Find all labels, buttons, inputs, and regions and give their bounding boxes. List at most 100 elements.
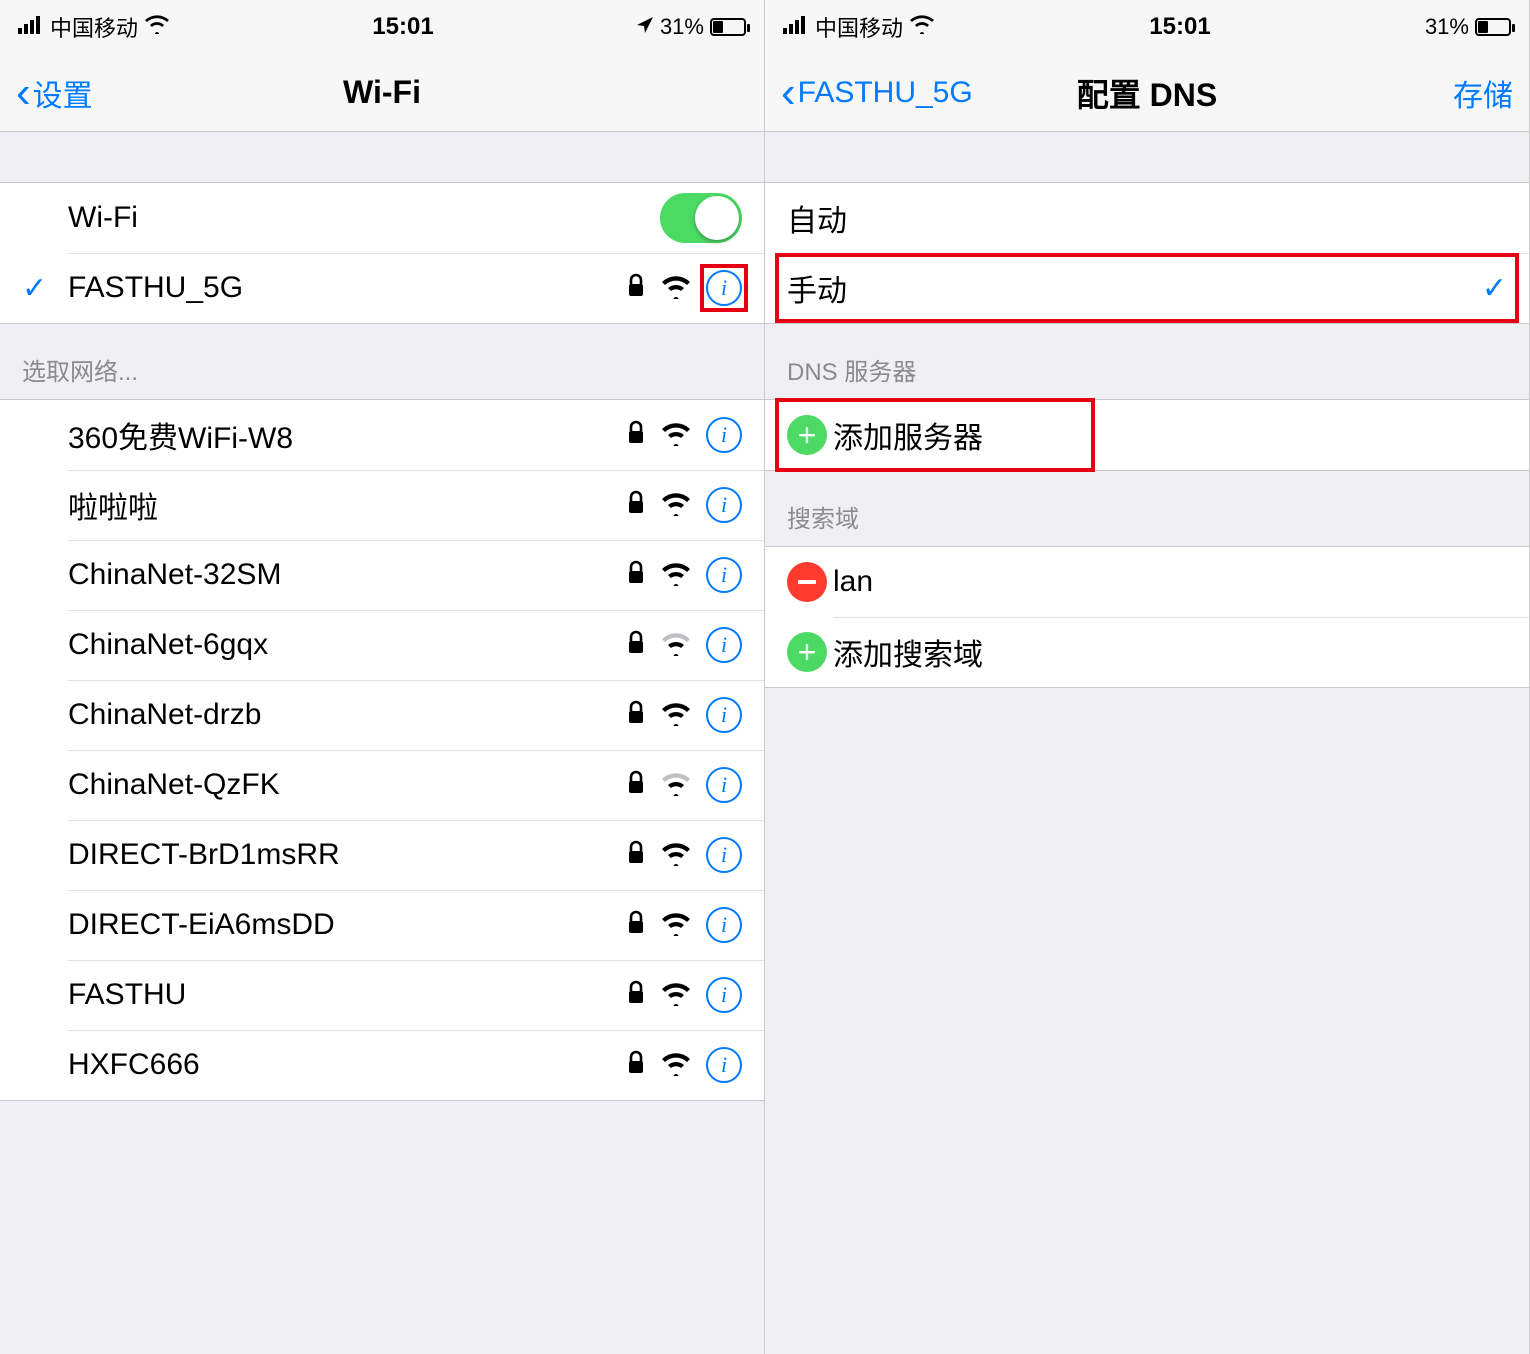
connected-network-name: FASTHU_5G bbox=[68, 271, 626, 305]
carrier-label: 中国移动 bbox=[815, 11, 903, 43]
search-domains-group: lan + 添加搜索域 bbox=[765, 546, 1529, 688]
lock-icon bbox=[626, 273, 646, 304]
info-icon[interactable]: i bbox=[706, 417, 742, 453]
chevron-left-icon: ‹ bbox=[16, 71, 31, 115]
wifi-strength-icon bbox=[660, 630, 692, 661]
battery-icon bbox=[710, 18, 746, 36]
dns-settings-pane: 中国移动 15:01 31% ‹ FASTHU_5G 配置 DNS 存储 自动 … bbox=[765, 0, 1530, 1354]
network-row[interactable]: DIRECT-EiA6msDD i bbox=[0, 890, 764, 960]
info-icon[interactable]: i bbox=[706, 270, 742, 306]
plus-icon: + bbox=[787, 415, 827, 455]
back-button[interactable]: ‹ 设置 bbox=[16, 71, 93, 115]
info-icon[interactable]: i bbox=[706, 557, 742, 593]
info-icon[interactable]: i bbox=[706, 627, 742, 663]
dns-servers-group: + 添加服务器 bbox=[765, 399, 1529, 471]
check-icon: ✓ bbox=[22, 271, 47, 306]
signal-icon bbox=[18, 14, 44, 40]
wifi-strength-icon bbox=[660, 770, 692, 801]
network-name: ChinaNet-6gqx bbox=[68, 628, 626, 662]
back-label: FASTHU_5G bbox=[798, 76, 973, 110]
wifi-toggle-row[interactable]: Wi-Fi bbox=[0, 183, 764, 253]
lock-icon bbox=[626, 420, 646, 451]
network-name: HXFC666 bbox=[68, 1048, 626, 1082]
network-name: 啦啦啦 bbox=[68, 483, 626, 527]
network-name: 360免费WiFi-W8 bbox=[68, 413, 626, 457]
networks-list: 360免费WiFi-W8i啦啦啦iChinaNet-32SMiChinaNet-… bbox=[0, 399, 764, 1101]
wifi-toggle[interactable] bbox=[660, 193, 742, 243]
info-icon[interactable]: i bbox=[706, 837, 742, 873]
add-search-domain-row[interactable]: + 添加搜索域 bbox=[765, 617, 1529, 687]
network-row[interactable]: ChinaNet-drzb i bbox=[0, 680, 764, 750]
lock-icon bbox=[626, 1050, 646, 1081]
info-icon[interactable]: i bbox=[706, 697, 742, 733]
chevron-left-icon: ‹ bbox=[781, 71, 796, 115]
status-right: 31% bbox=[636, 14, 746, 40]
network-name: DIRECT-BrD1msRR bbox=[68, 838, 626, 872]
info-icon[interactable]: i bbox=[706, 767, 742, 803]
wifi-strength-icon bbox=[660, 980, 692, 1011]
status-right: 31% bbox=[1425, 14, 1511, 40]
status-bar: 中国移动 15:01 31% bbox=[0, 0, 764, 54]
dns-mode-manual-label: 手动 bbox=[787, 266, 1482, 310]
save-button[interactable]: 存储 bbox=[1453, 71, 1513, 115]
check-icon: ✓ bbox=[1482, 271, 1507, 306]
wifi-strength-icon bbox=[660, 273, 692, 304]
battery-icon bbox=[1475, 18, 1511, 36]
add-search-domain-label: 添加搜索域 bbox=[833, 630, 1507, 674]
lock-icon bbox=[626, 770, 646, 801]
page-title: Wi-Fi bbox=[0, 74, 764, 111]
connected-network-row[interactable]: ✓ FASTHU_5G i bbox=[0, 253, 764, 323]
nav-bar: ‹ FASTHU_5G 配置 DNS 存储 bbox=[765, 54, 1529, 132]
info-icon[interactable]: i bbox=[706, 1047, 742, 1083]
lock-icon bbox=[626, 840, 646, 871]
info-icon[interactable]: i bbox=[706, 977, 742, 1013]
network-name: DIRECT-EiA6msDD bbox=[68, 908, 626, 942]
wifi-strength-icon bbox=[660, 490, 692, 521]
dns-servers-header: DNS 服务器 bbox=[765, 324, 1529, 399]
network-row[interactable]: ChinaNet-32SM i bbox=[0, 540, 764, 610]
nav-bar: ‹ 设置 Wi-Fi bbox=[0, 54, 764, 132]
dns-mode-auto-row[interactable]: 自动 bbox=[765, 183, 1529, 253]
network-row[interactable]: FASTHU i bbox=[0, 960, 764, 1030]
network-name: FASTHU bbox=[68, 978, 626, 1012]
wifi-strength-icon bbox=[660, 910, 692, 941]
lock-icon bbox=[626, 490, 646, 521]
network-row[interactable]: 360免费WiFi-W8 i bbox=[0, 400, 764, 470]
lock-icon bbox=[626, 910, 646, 941]
network-row[interactable]: ChinaNet-QzFK i bbox=[0, 750, 764, 820]
lock-icon bbox=[626, 560, 646, 591]
minus-icon bbox=[787, 562, 827, 602]
carrier-label: 中国移动 bbox=[50, 11, 138, 43]
network-row[interactable]: 啦啦啦 i bbox=[0, 470, 764, 540]
back-label: 设置 bbox=[33, 71, 93, 115]
wifi-status-icon bbox=[909, 14, 935, 40]
plus-icon: + bbox=[787, 632, 827, 672]
network-row[interactable]: ChinaNet-6gqx i bbox=[0, 610, 764, 680]
network-name: ChinaNet-drzb bbox=[68, 698, 626, 732]
wifi-strength-icon bbox=[660, 1050, 692, 1081]
choose-network-header: 选取网络... bbox=[0, 324, 764, 399]
network-row[interactable]: DIRECT-BrD1msRR i bbox=[0, 820, 764, 890]
network-name: ChinaNet-QzFK bbox=[68, 768, 626, 802]
wifi-toggle-label: Wi-Fi bbox=[68, 201, 660, 235]
status-bar: 中国移动 15:01 31% bbox=[765, 0, 1529, 54]
network-row[interactable]: HXFC666 i bbox=[0, 1030, 764, 1100]
add-dns-server-row[interactable]: + 添加服务器 bbox=[765, 400, 1529, 470]
wifi-settings-pane: 中国移动 15:01 31% ‹ 设置 Wi-Fi Wi-Fi bbox=[0, 0, 765, 1354]
network-name: ChinaNet-32SM bbox=[68, 558, 626, 592]
info-icon[interactable]: i bbox=[706, 487, 742, 523]
dns-mode-manual-row[interactable]: 手动 ✓ bbox=[765, 253, 1529, 323]
search-domain-value: lan bbox=[833, 565, 1507, 599]
battery-percent: 31% bbox=[1425, 14, 1469, 40]
dns-mode-auto-label: 自动 bbox=[787, 196, 1507, 240]
wifi-strength-icon bbox=[660, 840, 692, 871]
location-icon bbox=[636, 14, 654, 40]
info-icon[interactable]: i bbox=[706, 907, 742, 943]
search-domain-row[interactable]: lan bbox=[765, 547, 1529, 617]
back-button[interactable]: ‹ FASTHU_5G bbox=[781, 71, 973, 115]
wifi-strength-icon bbox=[660, 420, 692, 451]
lock-icon bbox=[626, 700, 646, 731]
status-left: 中国移动 bbox=[783, 11, 935, 43]
lock-icon bbox=[626, 980, 646, 1011]
lock-icon bbox=[626, 630, 646, 661]
